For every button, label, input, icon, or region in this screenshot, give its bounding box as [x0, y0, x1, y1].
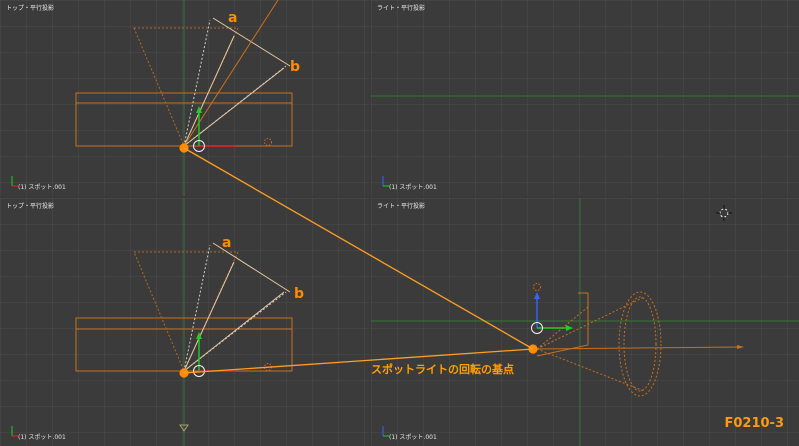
bottom-left-scene: a b — [11, 235, 304, 437]
label-b: b — [294, 286, 304, 302]
rotation-ray-a — [183, 261, 235, 372]
top-left-scene: a b — [11, 0, 300, 187]
gizmo-z-arrow-icon — [534, 292, 540, 299]
3d-cursor-icon[interactable] — [716, 205, 732, 221]
spot-cone-blend — [618, 291, 662, 397]
callout-line-top — [183, 147, 534, 350]
spot-direction-a — [183, 19, 211, 147]
gizmo-y-arrow-icon — [566, 325, 573, 331]
spot-cone-base — [623, 296, 657, 392]
spot-cone-outline — [133, 251, 239, 373]
spot-direction-line — [536, 346, 741, 350]
pivot-caption: スポットライトの回転の基点 — [371, 363, 514, 376]
lamp-icon — [264, 138, 272, 146]
scene-overlay: a b a b — [11, 0, 799, 446]
label-b: b — [290, 59, 300, 75]
rotation-ray-a — [183, 35, 235, 147]
lamp-icon — [533, 283, 541, 291]
spot-direction-a — [183, 244, 211, 372]
spot-cone-edge — [536, 348, 645, 392]
label-a: a — [228, 10, 237, 26]
figure-code: F0210-3 — [724, 416, 784, 431]
direction-arrow-icon — [737, 345, 744, 349]
spot-cone-edge — [536, 296, 645, 350]
label-a: a — [222, 235, 231, 251]
top-right-scene — [382, 176, 390, 187]
blender-4-view-screen: トップ・平行投影 (1) スポット.001 ライト・平行投影 (1) スポット.… — [0, 0, 799, 446]
